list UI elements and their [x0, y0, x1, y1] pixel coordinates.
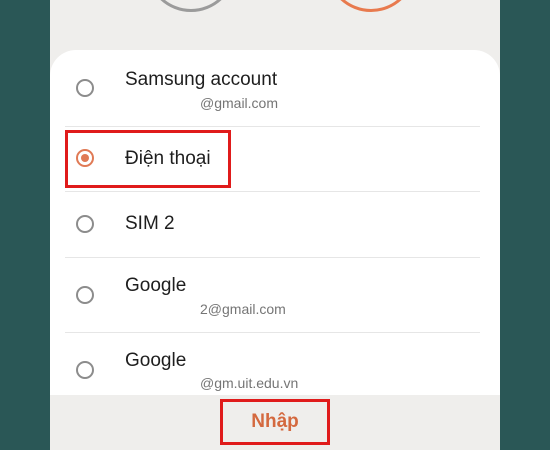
top-circle-grey: [146, 0, 236, 12]
phone-screen: Samsung account @gmail.com Điện thoại SI…: [50, 0, 500, 450]
account-option-google-2[interactable]: Google @gm.uit.edu.vn: [50, 333, 500, 395]
dialog-footer: Nhập: [50, 395, 500, 450]
radio-unchecked-icon[interactable]: [76, 286, 94, 304]
selection-highlight-box: [65, 130, 231, 188]
account-option-sim2[interactable]: SIM 2: [50, 192, 500, 257]
account-option-samsung[interactable]: Samsung account @gmail.com: [50, 50, 500, 126]
top-circle-orange: [326, 0, 416, 12]
account-email: @gmail.com: [200, 95, 279, 111]
account-email: @gm.uit.edu.vn: [200, 375, 299, 391]
account-title: Google: [125, 275, 187, 296]
account-subtitle: 2@gmail.com: [115, 301, 286, 318]
enter-button[interactable]: Nhập: [220, 399, 330, 445]
account-subtitle: @gm.uit.edu.vn: [115, 375, 299, 392]
account-subtitle: @gmail.com: [115, 95, 279, 112]
radio-unchecked-icon[interactable]: [76, 361, 94, 379]
account-title: SIM 2: [125, 213, 175, 234]
account-email: 2@gmail.com: [200, 301, 286, 317]
redaction-mask: [115, 377, 200, 392]
radio-unchecked-icon[interactable]: [76, 79, 94, 97]
radio-unchecked-icon[interactable]: [76, 215, 94, 233]
redaction-mask: [115, 97, 200, 112]
account-title: Samsung account: [125, 69, 278, 90]
redaction-mask: [115, 303, 200, 318]
account-option-google-1[interactable]: Google 2@gmail.com: [50, 258, 500, 332]
save-location-list: Samsung account @gmail.com Điện thoại SI…: [50, 50, 500, 395]
account-title: Google: [125, 350, 187, 371]
